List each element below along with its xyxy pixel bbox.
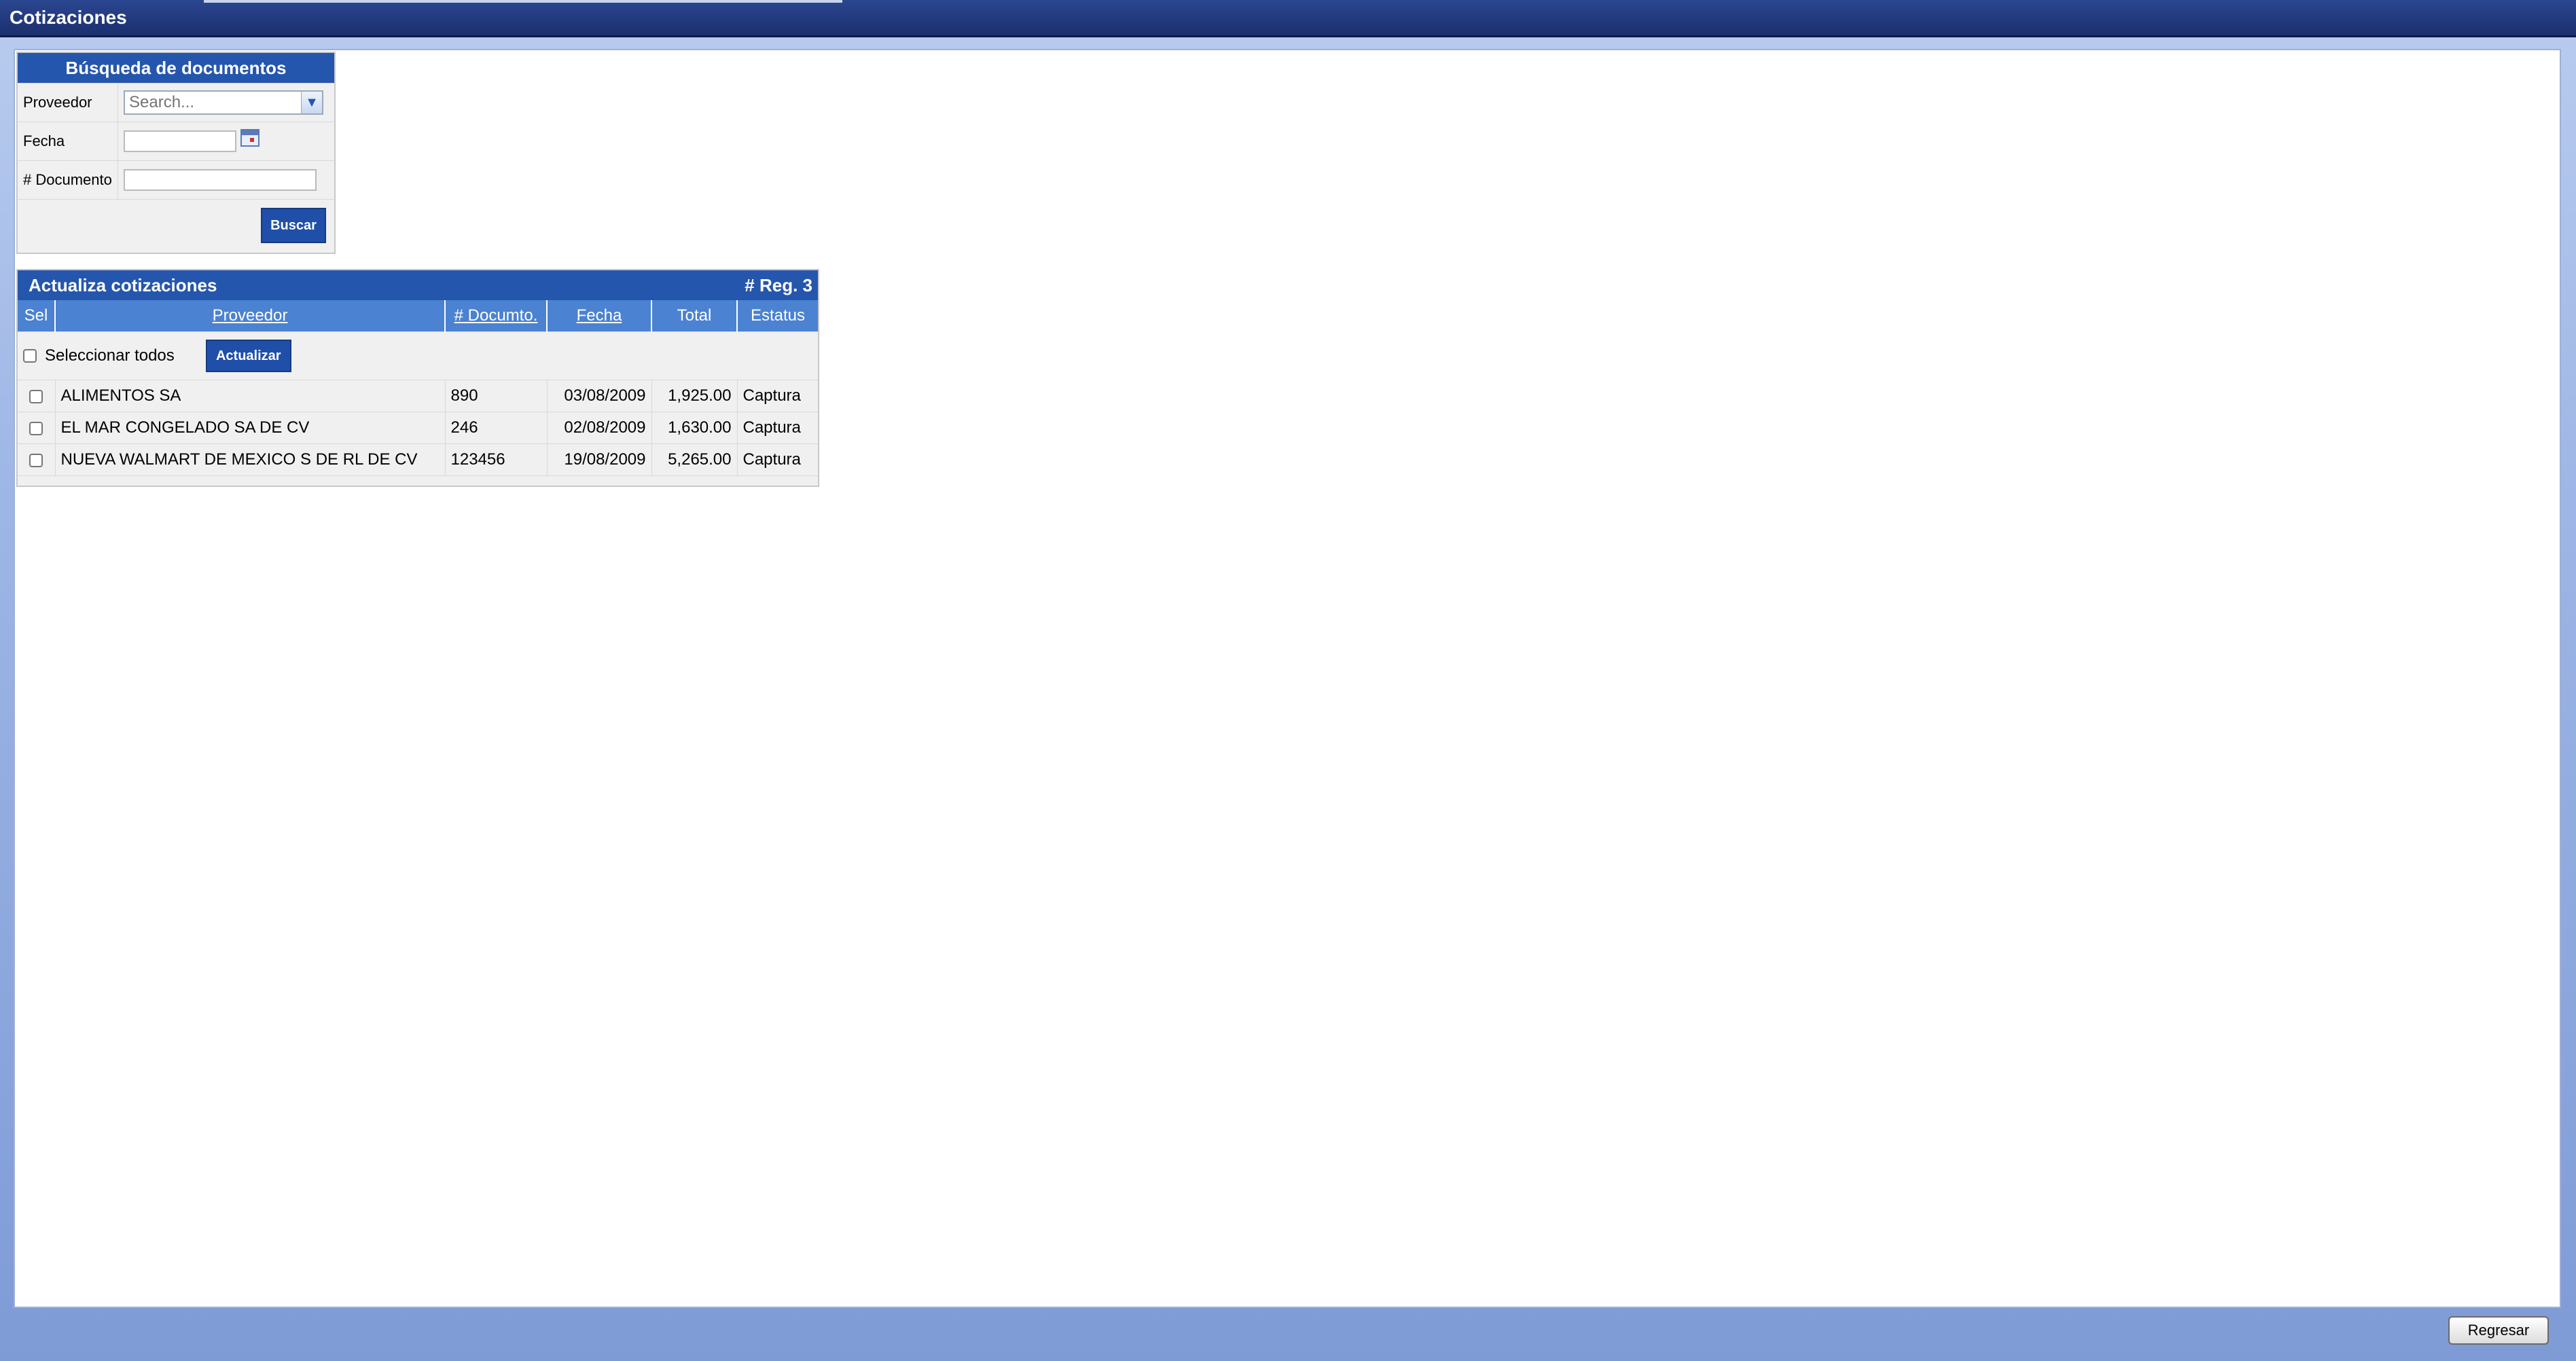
- toolbar-row: Seleccionar todos Actualizar: [18, 331, 818, 380]
- proveedor-search-input[interactable]: [125, 92, 301, 113]
- cell-total: 1,925.00: [651, 380, 738, 412]
- cell-estatus: Captura: [737, 443, 818, 476]
- sort-link-fecha[interactable]: Fecha: [577, 306, 622, 325]
- actualizar-button[interactable]: Actualizar: [205, 340, 291, 372]
- column-header-fecha[interactable]: Fecha: [547, 300, 652, 332]
- cell-documento: 246: [445, 412, 548, 444]
- column-header-sel: Sel: [18, 300, 56, 332]
- cell-proveedor: NUEVA WALMART DE MEXICO S DE RL DE CV: [55, 443, 446, 476]
- calendar-icon[interactable]: [240, 129, 260, 147]
- results-table: Sel Proveedor # Documto. Fecha Total Est…: [18, 300, 818, 486]
- search-panel-title: Búsqueda de documentos: [18, 53, 334, 83]
- proveedor-combobox[interactable]: ▼: [124, 90, 323, 115]
- cell-proveedor: EL MAR CONGELADO SA DE CV: [55, 412, 446, 444]
- window-title: Cotizaciones: [10, 7, 127, 28]
- chevron-down-icon[interactable]: ▼: [301, 92, 322, 113]
- cell-documento: 890: [445, 380, 548, 412]
- table-header-row: Sel Proveedor # Documto. Fecha Total Est…: [18, 300, 818, 332]
- documento-label: # Documento: [18, 161, 118, 199]
- fecha-input[interactable]: [124, 130, 236, 152]
- table-row: NUEVA WALMART DE MEXICO S DE RL DE CV 12…: [18, 443, 818, 476]
- row-checkbox[interactable]: [29, 453, 43, 467]
- cell-fecha: 02/08/2009: [547, 412, 652, 444]
- regresar-button[interactable]: Regresar: [2448, 1316, 2549, 1345]
- fecha-row: Fecha: [18, 122, 334, 160]
- cell-estatus: Captura: [737, 412, 818, 444]
- search-panel: Búsqueda de documentos Proveedor ▼ Fecha…: [16, 52, 336, 254]
- cell-fecha: 03/08/2009: [547, 380, 652, 412]
- main-content: Búsqueda de documentos Proveedor ▼ Fecha…: [14, 49, 2561, 1308]
- cell-total: 5,265.00: [651, 443, 738, 476]
- results-header: Actualiza cotizaciones # Reg. 3: [18, 270, 818, 300]
- column-header-estatus: Estatus: [737, 300, 818, 332]
- column-header-proveedor[interactable]: Proveedor: [55, 300, 446, 332]
- table-row: ALIMENTOS SA 890 03/08/2009 1,925.00 Cap…: [18, 380, 818, 412]
- loading-bar: [204, 0, 842, 3]
- cell-fecha: 19/08/2009: [547, 443, 652, 476]
- buscar-button[interactable]: Buscar: [261, 208, 326, 243]
- cell-documento: 123456: [445, 443, 548, 476]
- search-actions: Buscar: [18, 199, 334, 253]
- select-all-label: Seleccionar todos: [45, 346, 175, 365]
- title-bar: Cotizaciones: [0, 0, 2576, 37]
- results-title: Actualiza cotizaciones: [29, 275, 217, 295]
- sort-link-documento[interactable]: # Documto.: [454, 306, 538, 325]
- cell-estatus: Captura: [737, 380, 818, 412]
- documento-input[interactable]: [124, 169, 317, 191]
- row-checkbox[interactable]: [29, 389, 43, 403]
- fecha-label: Fecha: [18, 122, 118, 160]
- documento-row: # Documento: [18, 160, 334, 199]
- cell-total: 1,630.00: [651, 412, 738, 444]
- column-header-documento[interactable]: # Documto.: [445, 300, 548, 332]
- table-footer: [18, 475, 818, 486]
- column-header-total: Total: [651, 300, 738, 332]
- cell-proveedor: ALIMENTOS SA: [55, 380, 446, 412]
- proveedor-label: Proveedor: [18, 84, 118, 122]
- proveedor-row: Proveedor ▼: [18, 83, 334, 122]
- table-row: EL MAR CONGELADO SA DE CV 246 02/08/2009…: [18, 412, 818, 444]
- select-all-checkbox[interactable]: [23, 349, 37, 363]
- sort-link-proveedor[interactable]: Proveedor: [213, 306, 288, 325]
- results-panel: Actualiza cotizaciones # Reg. 3 Sel Prov…: [16, 269, 819, 487]
- row-checkbox[interactable]: [29, 421, 43, 435]
- record-count: # Reg. 3: [745, 275, 812, 295]
